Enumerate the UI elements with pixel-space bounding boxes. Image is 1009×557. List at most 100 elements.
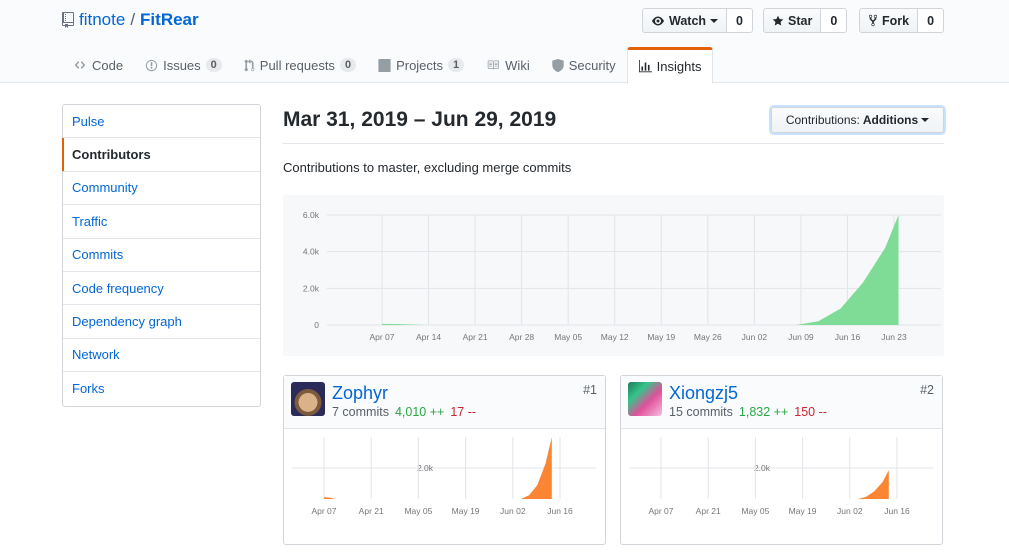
star-group: Star 0 xyxy=(763,8,848,33)
additions-count: 4,010 ++ xyxy=(394,405,445,419)
additions-count: 1,832 ++ xyxy=(738,405,789,419)
project-icon xyxy=(378,58,391,72)
deletions-count: 17 -- xyxy=(450,405,477,419)
menu-item-commits[interactable]: Commits xyxy=(63,239,260,272)
y-tick-label: 6.0k xyxy=(303,210,320,220)
repo-nav-tabs: Code Issues 0 Pull requests 0 Projects 1… xyxy=(62,47,714,84)
commit-count-link[interactable]: 15 commits xyxy=(669,405,733,419)
issues-counter: 0 xyxy=(205,58,222,72)
menu-item-dependency-graph[interactable]: Dependency graph xyxy=(63,305,260,339)
tab-insights[interactable]: Insights xyxy=(626,47,714,84)
repo-pagehead: fitnote / FitRear Watch 0 Star 0 Fork 0 … xyxy=(0,0,1009,84)
y-tick-label: 2.0k xyxy=(754,463,771,473)
contributions-main-chart-svg: 0 2.0k 4.0k 6.0k Apr 07 Apr 14 Apr 21 Apr 28 May… xyxy=(303,210,941,342)
tab-issues-label: Issues xyxy=(163,57,201,73)
eye-icon xyxy=(652,16,664,25)
caret-down-icon xyxy=(921,118,930,122)
y-tick-label: 2.0k xyxy=(417,463,434,473)
contributor-avatar[interactable] xyxy=(291,382,325,416)
contributor-rank: #1 xyxy=(583,383,597,397)
fork-count[interactable]: 0 xyxy=(918,8,945,33)
pull-requests-counter: 0 xyxy=(339,58,357,72)
x-tick-label: Apr 14 xyxy=(416,332,441,342)
menu-item-forks[interactable]: Forks xyxy=(63,372,260,405)
date-range-title: Mar 31, 2019 – Jun 29, 2019 xyxy=(283,108,557,131)
code-icon xyxy=(74,61,86,69)
watch-count[interactable]: 0 xyxy=(727,8,753,33)
tab-code-label: Code xyxy=(92,57,124,73)
x-tick-label: May 05 xyxy=(404,506,432,516)
contributions-select-value: Additions xyxy=(862,113,919,127)
contributor-rank: #2 xyxy=(920,383,934,397)
repo-name-link[interactable]: FitRear xyxy=(140,10,199,30)
menu-item-traffic[interactable]: Traffic xyxy=(63,205,260,239)
repo-icon xyxy=(62,12,74,28)
contributor-card-2: Xiongzj5 15 commits 1,832 ++ 150 -- #2 2… xyxy=(620,375,943,545)
fork-button[interactable]: Fork xyxy=(859,8,919,33)
tab-issues[interactable]: Issues 0 xyxy=(134,47,233,83)
fork-label: Fork xyxy=(882,13,910,28)
menu-item-contributors[interactable]: Contributors xyxy=(62,138,260,172)
tab-security[interactable]: Security xyxy=(541,47,627,83)
menu-item-community[interactable]: Community xyxy=(63,172,260,206)
contributor-chart-svg: 2.0k Apr 07 Apr 21 May 05 May 19 Jun 02 Jun 16 xyxy=(292,437,596,516)
contributor-avatar[interactable] xyxy=(628,382,662,416)
contribution-area xyxy=(382,215,899,325)
tab-projects[interactable]: Projects 1 xyxy=(367,47,475,83)
y-tick-label: 2.0k xyxy=(303,283,320,293)
tab-code[interactable]: Code xyxy=(62,47,134,83)
contributor-name-link[interactable]: Zophyr xyxy=(332,383,388,404)
star-button[interactable]: Star xyxy=(763,8,822,33)
menu-item-network[interactable]: Network xyxy=(63,339,260,373)
graph-subtitle: Contributions to master, excluding merge… xyxy=(283,160,572,175)
shield-icon xyxy=(552,58,564,72)
repo-owner-link[interactable]: fitnote xyxy=(79,10,125,30)
graph-icon xyxy=(638,60,652,73)
watch-label: Watch xyxy=(669,13,707,28)
contributions-main-chart[interactable]: 0 2.0k 4.0k 6.0k Apr 07 Apr 14 Apr 21 Apr 28 May… xyxy=(283,195,944,356)
insights-side-menu: Pulse Contributors Community Traffic Com… xyxy=(62,104,261,407)
repo-separator: / xyxy=(130,10,136,29)
contributor-stats: 15 commits 1,832 ++ 150 -- xyxy=(669,405,827,419)
menu-item-code-frequency[interactable]: Code frequency xyxy=(63,272,260,306)
contributor-card-header: Xiongzj5 15 commits 1,832 ++ 150 -- #2 xyxy=(621,376,942,429)
x-tick-label: Apr 07 xyxy=(369,332,394,342)
commit-count-link[interactable]: 7 commits xyxy=(332,405,389,419)
x-tick-label: May 26 xyxy=(694,332,722,342)
x-tick-label: Jun 09 xyxy=(788,332,814,342)
x-tick-label: May 19 xyxy=(647,332,675,342)
contributions-type-select[interactable]: Contributions: Additions xyxy=(771,107,944,133)
x-tick-label: Apr 28 xyxy=(509,332,534,342)
x-tick-label: Apr 21 xyxy=(696,506,721,516)
x-tick-label: Apr 07 xyxy=(311,506,336,516)
tab-pull-requests[interactable]: Pull requests 0 xyxy=(233,47,367,83)
contributor-card-header: Zophyr 7 commits 4,010 ++ 17 -- #1 xyxy=(284,376,605,429)
y-tick-label: 0 xyxy=(314,320,319,330)
x-tick-label: Jun 02 xyxy=(742,332,768,342)
x-tick-label: Apr 07 xyxy=(648,506,673,516)
star-count[interactable]: 0 xyxy=(821,8,848,33)
contributor-card-1: Zophyr 7 commits 4,010 ++ 17 -- #1 2.0k A… xyxy=(283,375,606,545)
caret-down-icon xyxy=(710,18,719,23)
star-label: Star xyxy=(788,13,813,28)
x-tick-label: Jun 16 xyxy=(884,506,910,516)
deletions-count: 150 -- xyxy=(794,405,827,419)
x-tick-label: Jun 16 xyxy=(547,506,573,516)
star-icon xyxy=(772,15,784,25)
fork-icon xyxy=(868,14,878,27)
tab-pull-requests-label: Pull requests xyxy=(259,57,335,73)
pull-request-icon xyxy=(244,58,255,71)
x-tick-label: May 19 xyxy=(789,506,817,516)
watch-group: Watch 0 xyxy=(642,8,753,33)
menu-item-pulse[interactable]: Pulse xyxy=(63,105,260,139)
watch-button[interactable]: Watch xyxy=(642,8,728,33)
x-tick-label: Jun 02 xyxy=(837,506,863,516)
tab-wiki[interactable]: Wiki xyxy=(475,47,541,83)
contributor-chart-svg: 2.0k Apr 07 Apr 21 May 05 May 19 Jun 02 Jun 16 xyxy=(629,437,933,516)
tab-security-label: Security xyxy=(568,57,616,73)
x-tick-label: May 19 xyxy=(452,506,480,516)
x-tick-label: May 12 xyxy=(601,332,629,342)
contributor-name-link[interactable]: Xiongzj5 xyxy=(669,383,738,404)
tab-wiki-label: Wiki xyxy=(505,57,530,73)
tab-insights-label: Insights xyxy=(656,59,702,74)
